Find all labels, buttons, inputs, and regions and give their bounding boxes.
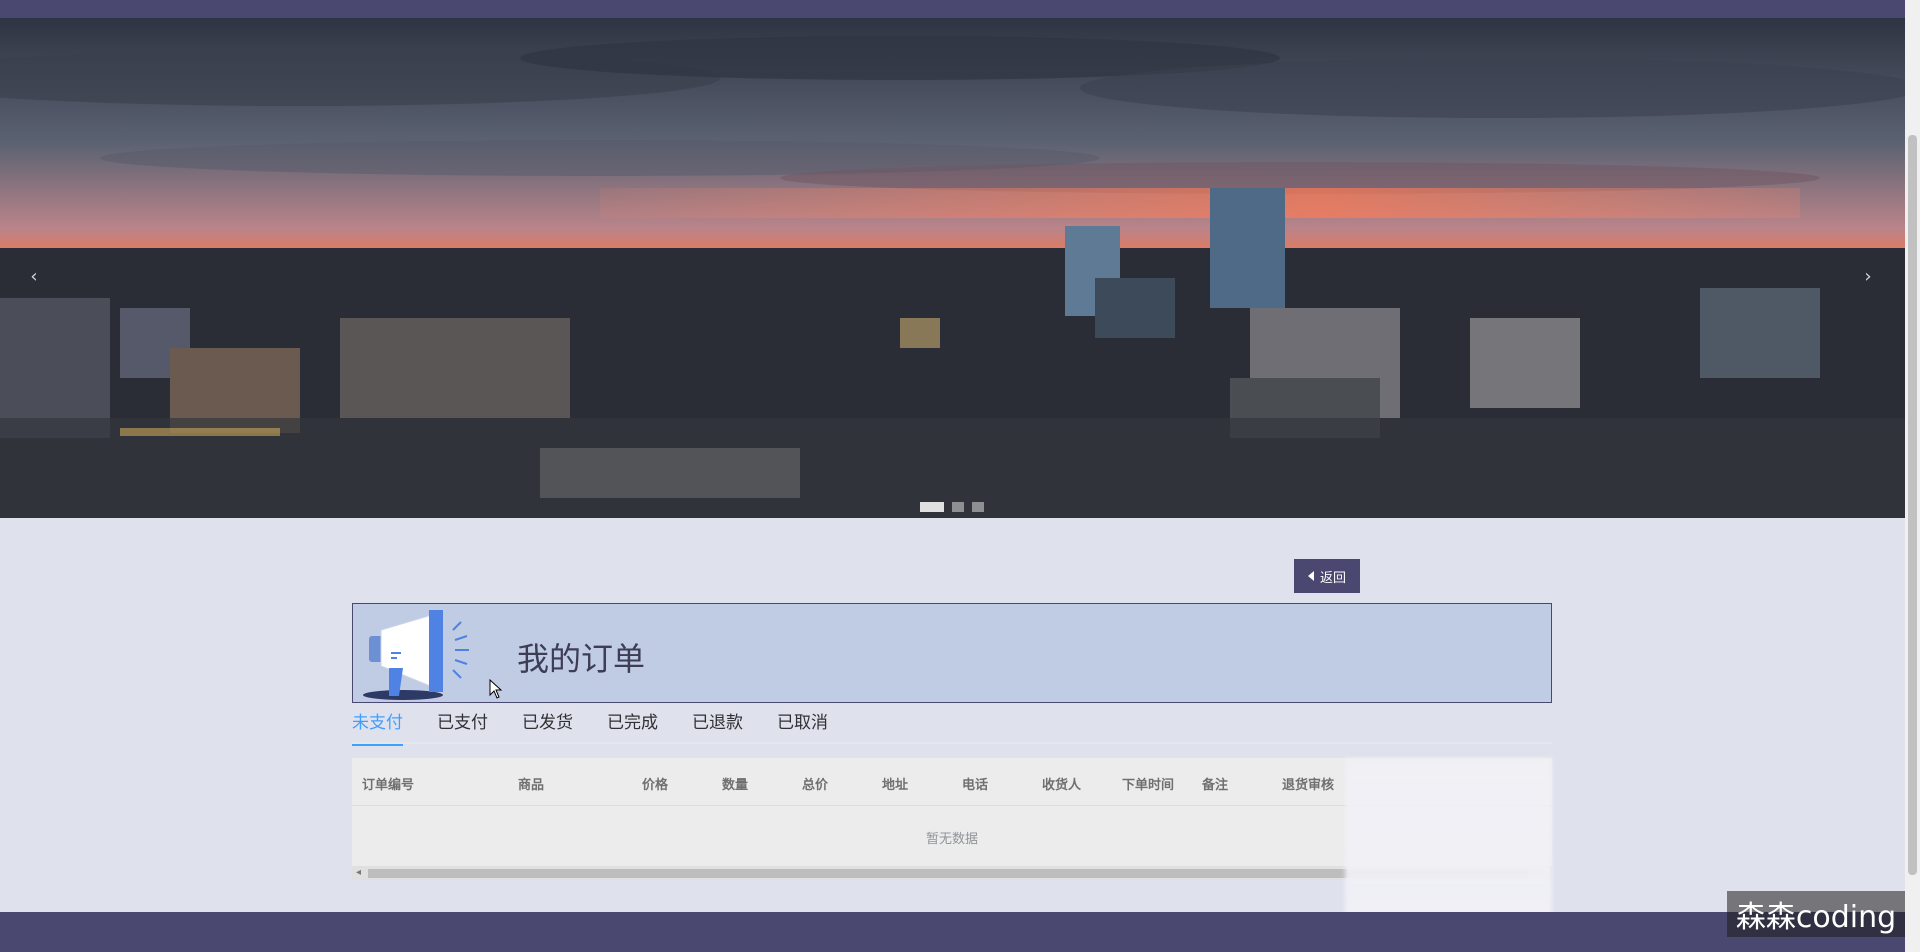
carousel-dot-1[interactable] [920, 502, 944, 512]
column-header-price: 价格 [642, 778, 669, 793]
carousel-indicators [920, 502, 984, 512]
back-button-label: 返回 [1319, 569, 1346, 585]
carousel-dot-2[interactable] [952, 502, 964, 512]
back-button[interactable]: 返回 [1294, 559, 1360, 593]
column-header-remark: 备注 [1202, 778, 1229, 793]
tab-unpaid[interactable]: 未支付 [352, 712, 420, 746]
watermark: 森森coding [1727, 891, 1905, 937]
carousel-dot-3[interactable] [972, 502, 984, 512]
column-header-quantity: 数量 [722, 778, 749, 793]
column-header-order-no: 订单编号 [362, 778, 415, 793]
column-header-total: 总价 [802, 778, 829, 793]
carousel-prev-button[interactable]: ‹ [24, 266, 44, 287]
footer-bar [0, 912, 1905, 952]
tab-refunded[interactable]: 已退款 [675, 712, 760, 744]
page-scrollbar-thumb[interactable] [1908, 135, 1917, 875]
banner-carousel[interactable]: ‹ › [0, 18, 1905, 518]
caret-left-icon [1307, 571, 1314, 581]
tab-cancelled[interactable]: 已取消 [760, 712, 845, 744]
column-header-product: 商品 [518, 778, 545, 793]
megaphone-icon [363, 610, 469, 700]
column-header-address: 地址 [882, 778, 909, 793]
scroll-left-icon[interactable]: ◂ [356, 867, 361, 878]
column-header-phone: 电话 [962, 778, 989, 793]
tab-completed[interactable]: 已完成 [590, 712, 675, 744]
carousel-next-button[interactable]: › [1858, 266, 1878, 287]
page-title: 我的订单 [517, 640, 646, 678]
column-header-recipient: 收货人 [1042, 778, 1082, 793]
order-status-tabs: 未支付 已支付 已发货 已完成 已退款 已取消 [352, 712, 1552, 746]
mouse-cursor-icon [489, 679, 503, 699]
page-vertical-scrollbar[interactable] [1905, 0, 1920, 952]
tab-paid[interactable]: 已支付 [420, 712, 505, 744]
tab-shipped[interactable]: 已发货 [505, 712, 590, 744]
top-nav-bar [0, 0, 1905, 18]
column-header-return-review: 退货审核 [1282, 778, 1335, 793]
fixed-column-overlay [1345, 758, 1552, 918]
city-skyline-image [0, 18, 1905, 518]
order-header-banner: 我的订单 [352, 603, 1552, 703]
column-header-order-time: 下单时间 [1122, 778, 1175, 793]
